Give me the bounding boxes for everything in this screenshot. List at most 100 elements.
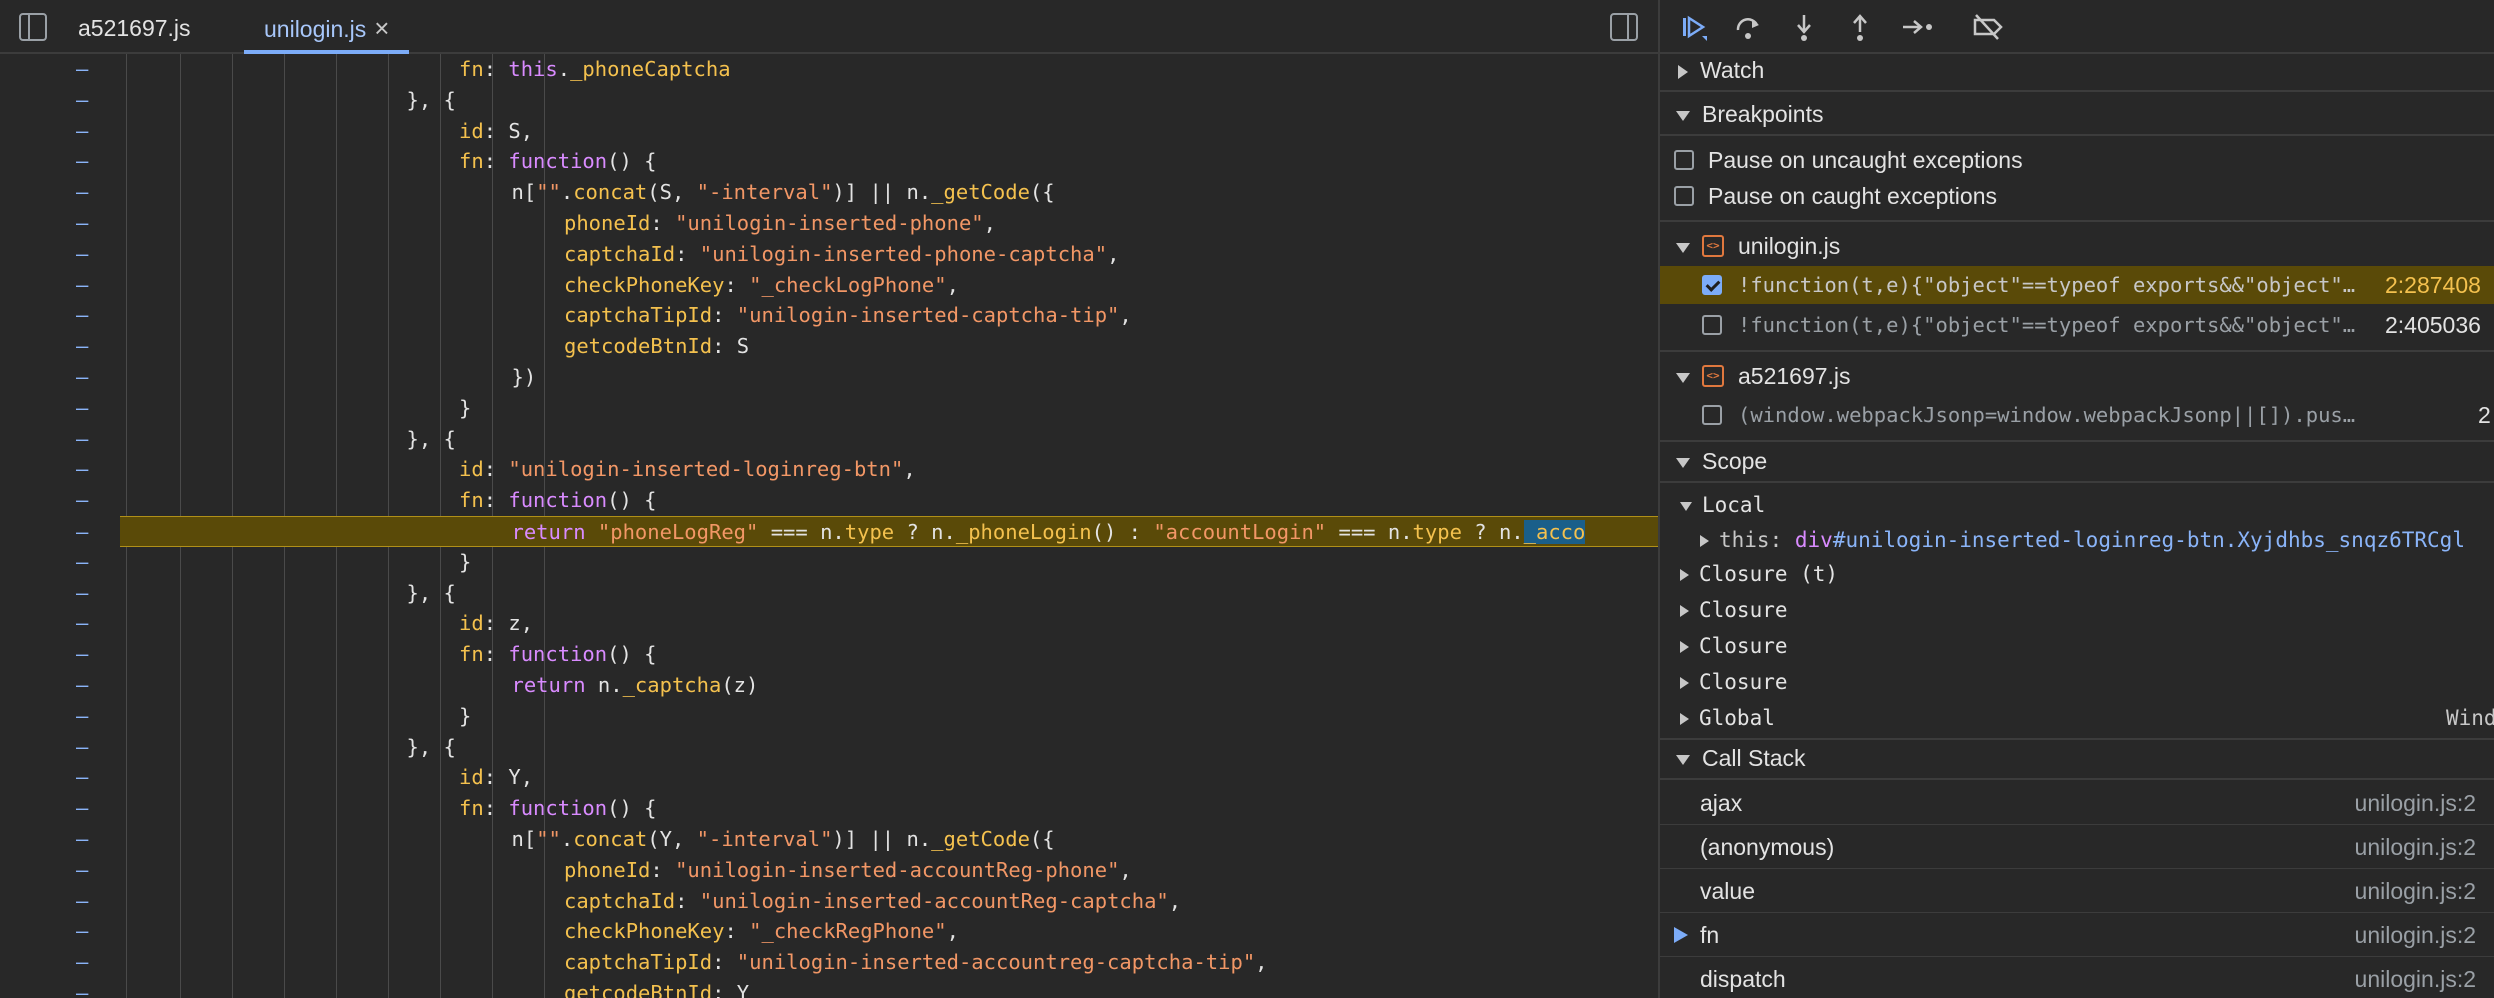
gutter-mark[interactable]: – [76,886,88,917]
breakpoint-checkbox[interactable] [1702,315,1722,335]
gutter-mark[interactable]: – [76,362,88,393]
gutter-mark[interactable]: – [76,978,88,998]
code-line[interactable]: – captchaTipId: "unilogin-inserted-captch… [0,300,1658,331]
pause-caught-row[interactable]: Pause on caught exceptions [1660,178,2494,214]
gutter-mark[interactable]: – [76,424,88,455]
frame-location[interactable]: unilogin.js:2 [2355,957,2476,998]
step-over-icon[interactable] [1732,12,1764,42]
frame-location[interactable]: unilogin.js:2 [2355,869,2476,913]
code-line[interactable]: – id: "unilogin-inserted-loginreg-btn", [0,454,1658,485]
code-line[interactable]: –}, { [0,85,1658,116]
gutter-mark[interactable]: – [76,54,88,85]
scope-closure[interactable]: Closure [1680,592,1788,628]
breakpoint-checkbox[interactable] [1702,275,1722,295]
code-line[interactable]: – id: z, [0,608,1658,639]
code-line[interactable]: – n["".concat(S, "-interval")] || n._getC… [0,177,1658,208]
gutter-mark[interactable]: – [76,485,88,516]
code-line[interactable]: –}) [0,362,1658,393]
callstack-frame[interactable]: fn unilogin.js:2 [1660,913,2494,957]
toggle-navigator-icon[interactable] [19,13,47,41]
breakpoint-row[interactable]: !function(t,e){"object"==typeof exports&… [1660,266,2494,304]
step-icon[interactable] [1900,12,1932,42]
pause-uncaught-checkbox[interactable] [1674,149,1694,170]
code-line[interactable]: – fn: function() { [0,485,1658,516]
pause-caught-checkbox[interactable] [1674,185,1694,206]
callstack-frame[interactable]: ajax unilogin.js:2 [1660,781,2494,825]
scope-section-header[interactable]: Scope [1660,443,2494,479]
scope-closure[interactable]: Closure [1680,664,1788,700]
code-line[interactable]: – phoneId: "unilogin-inserted-phone", [0,208,1658,239]
code-line[interactable]: – return n._captcha(z) [0,670,1658,701]
frame-location[interactable]: unilogin.js:2 [2355,825,2476,869]
gutter-mark[interactable]: – [76,855,88,886]
code-line[interactable]: – fn: function() { [0,639,1658,670]
close-icon[interactable]: × [374,13,389,43]
code-line[interactable]: – captchaId: "unilogin-inserted-accountRe… [0,886,1658,917]
breakpoint-checkbox[interactable] [1702,405,1722,425]
breakpoint-row[interactable]: (window.webpackJsonp=window.webpackJsonp… [1660,396,2494,434]
gutter-mark[interactable]: – [76,239,88,270]
code-line[interactable]: – getcodeBtnId: S [0,331,1658,362]
code-line[interactable]: – checkPhoneKey: "_checkLogPhone", [0,270,1658,301]
gutter-mark[interactable]: – [76,146,88,177]
watch-section-header[interactable]: Watch [1660,52,2494,88]
gutter-mark[interactable]: – [76,547,88,578]
gutter-mark[interactable]: – [76,793,88,824]
gutter-mark[interactable]: – [76,701,88,732]
breakpoints-section-header[interactable]: Breakpoints [1660,96,2494,132]
code-line[interactable]: – checkPhoneKey: "_checkRegPhone", [0,916,1658,947]
code-line[interactable]: – fn: function() { [0,146,1658,177]
gutter-mark[interactable]: – [76,517,88,548]
code-line[interactable]: – fn: function() { [0,793,1658,824]
pause-uncaught-row[interactable]: Pause on uncaught exceptions [1660,142,2494,178]
resume-icon[interactable] [1678,12,1710,42]
code-line[interactable]: – id: S, [0,116,1658,147]
code-line[interactable]: – fn: this._phoneCaptcha [0,54,1658,85]
bp-file-unilogin[interactable]: <> unilogin.js [1660,228,2494,264]
code-line[interactable]: –} [0,393,1658,424]
code-line[interactable]: – captchaTipId: "unilogin-inserted-accoun… [0,947,1658,978]
scope-closure[interactable]: Closure (t) [1680,556,1838,592]
gutter-mark[interactable]: – [76,116,88,147]
code-line[interactable]: –}, { [0,424,1658,455]
gutter-mark[interactable]: – [76,208,88,239]
tab-a521697[interactable]: a521697.js [78,0,191,52]
code-line[interactable]: – return "phoneLogReg" === n.type ? n._ph… [76,516,1658,547]
gutter-mark[interactable]: – [76,177,88,208]
bp-file-a521697[interactable]: <> a521697.js [1660,358,2494,394]
code-line[interactable]: – phoneId: "unilogin-inserted-accountReg-… [0,855,1658,886]
gutter-mark[interactable]: – [76,578,88,609]
frame-location[interactable]: unilogin.js:2 [2355,913,2476,957]
gutter-mark[interactable]: – [76,639,88,670]
gutter-mark[interactable]: – [76,393,88,424]
code-line[interactable]: –}, { [0,578,1658,609]
callstack-frame[interactable]: value unilogin.js:2 [1660,869,2494,913]
step-out-icon[interactable] [1844,12,1876,42]
scope-local[interactable]: Local [1680,487,1765,523]
gutter-mark[interactable]: – [76,824,88,855]
gutter-mark[interactable]: – [76,608,88,639]
scope-closure[interactable]: Closure [1680,628,1788,664]
scope-global[interactable]: Global Window [1680,700,2494,736]
code-editor[interactable]: – fn: this._phoneCaptcha –}, {– id: S, – fn: … [0,54,1658,998]
gutter-mark[interactable]: – [76,270,88,301]
breakpoint-row[interactable]: !function(t,e){"object"==typeof exports&… [1660,306,2494,344]
callstack-section-header[interactable]: Call Stack [1660,740,2494,776]
gutter-mark[interactable]: – [76,762,88,793]
frame-location[interactable]: unilogin.js:2 [2355,781,2476,825]
gutter-mark[interactable]: – [76,670,88,701]
tab-unilogin[interactable]: unilogin.js × [244,0,410,54]
code-line[interactable]: – id: Y, [0,762,1658,793]
deactivate-breakpoints-icon[interactable] [1970,12,2003,42]
gutter-mark[interactable]: – [76,85,88,116]
scope-this[interactable]: this: div#unilogin-inserted-loginreg-btn… [1700,522,2494,558]
callstack-frame[interactable]: (anonymous) unilogin.js:2 [1660,825,2494,869]
code-line[interactable]: – getcodeBtnId: Y [0,978,1658,998]
gutter-mark[interactable]: – [76,916,88,947]
code-line[interactable]: – captchaId: "unilogin-inserted-phone-cap… [0,239,1658,270]
code-line[interactable]: –}, { [0,732,1658,763]
gutter-mark[interactable]: – [76,331,88,362]
callstack-frame[interactable]: dispatch unilogin.js:2 [1660,957,2494,998]
gutter-mark[interactable]: – [76,732,88,763]
code-line[interactable]: – n["".concat(Y, "-interval")] || n._getC… [0,824,1658,855]
